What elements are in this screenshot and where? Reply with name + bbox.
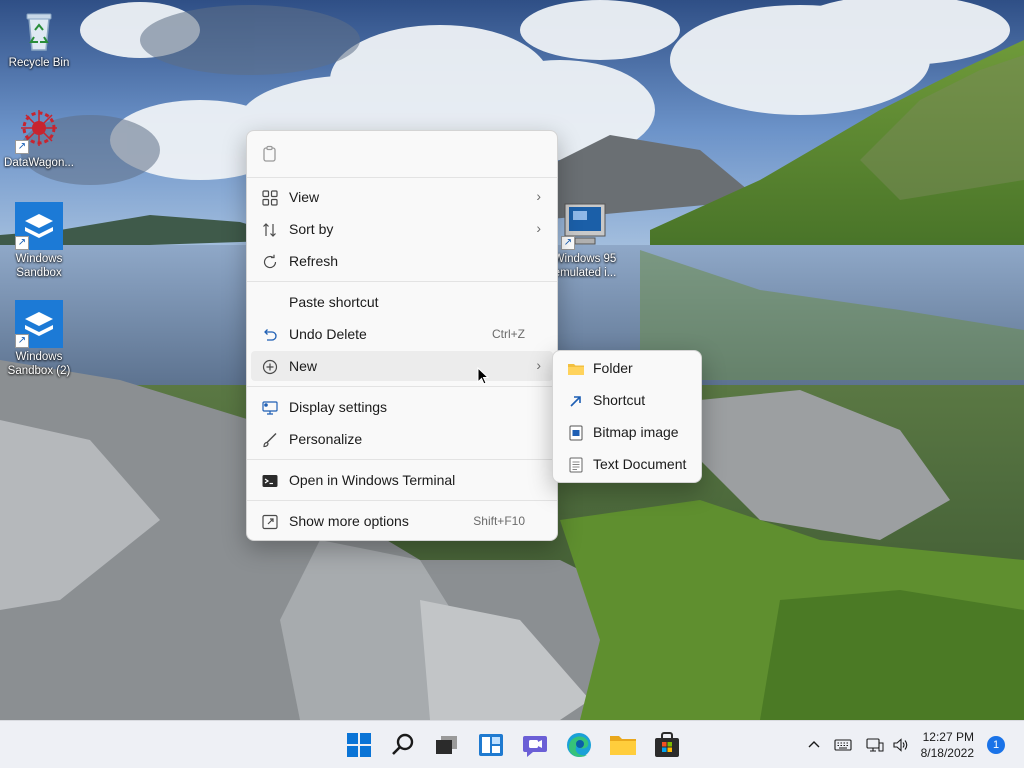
taskbar-file-explorer-button[interactable] bbox=[607, 729, 639, 761]
new-plus-icon bbox=[261, 358, 279, 376]
menu-item-label: New bbox=[289, 358, 318, 374]
menu-item-label: Folder bbox=[593, 360, 633, 376]
terminal-icon bbox=[261, 472, 279, 490]
taskbar: 12:27 PM 8/18/2022 1 bbox=[0, 720, 1024, 768]
menu-item-label: View bbox=[289, 189, 320, 205]
shortcut-arrow-icon: ↗ bbox=[15, 334, 29, 348]
desktop-icon-label: DataWagon... bbox=[4, 157, 74, 169]
file-explorer-icon bbox=[607, 736, 639, 765]
desktop-icon-recycle-bin[interactable]: Recycle Bin bbox=[0, 6, 78, 70]
computer-monitor-icon: ↗ bbox=[561, 202, 609, 250]
text-document-icon bbox=[567, 456, 585, 474]
taskbar-clock[interactable]: 12:27 PM 8/18/2022 bbox=[921, 729, 974, 761]
clock-time: 12:27 PM bbox=[922, 730, 974, 744]
clock-date: 8/18/2022 bbox=[920, 746, 974, 760]
teams-chat-icon bbox=[519, 736, 551, 765]
bitmap-image-icon bbox=[567, 424, 585, 442]
keyboard-icon[interactable] bbox=[834, 737, 852, 753]
shortcut-arrow-icon: ↗ bbox=[15, 236, 29, 250]
taskbar-search-button[interactable] bbox=[387, 729, 419, 761]
shortcut-arrow-icon: ↗ bbox=[561, 236, 575, 250]
desktop-icon-datawagon[interactable]: ↗ DataWagon... bbox=[0, 106, 78, 170]
undo-icon bbox=[261, 326, 279, 344]
menu-item-personalize[interactable]: Personalize bbox=[251, 424, 553, 454]
desktop-icon-label: Recycle Bin bbox=[8, 57, 70, 69]
volume-icon[interactable] bbox=[892, 737, 910, 753]
keyboard-shortcut: Shift+F10 bbox=[473, 514, 525, 528]
task-view-icon bbox=[431, 736, 463, 765]
network-icon[interactable] bbox=[866, 737, 884, 753]
menu-item-label: Undo Delete bbox=[289, 326, 367, 342]
folder-icon bbox=[567, 360, 585, 378]
menu-item-paste-shortcut[interactable]: Paste shortcut bbox=[251, 287, 553, 317]
menu-item-view[interactable]: View › bbox=[251, 182, 553, 212]
show-more-options-icon bbox=[261, 513, 279, 531]
shortcut-arrow-icon: ↗ bbox=[15, 140, 29, 154]
taskbar-chat-button[interactable] bbox=[519, 729, 551, 761]
menu-item-label: Shortcut bbox=[593, 392, 646, 408]
menu-separator bbox=[247, 500, 557, 501]
taskbar-store-button[interactable] bbox=[651, 729, 683, 761]
menu-item-refresh[interactable]: Refresh bbox=[251, 246, 553, 276]
menu-separator bbox=[247, 281, 557, 282]
sort-icon bbox=[261, 221, 279, 239]
personalize-brush-icon bbox=[261, 431, 279, 449]
submenu-item-text-document[interactable]: Text Document bbox=[557, 449, 697, 479]
menu-item-label: Paste shortcut bbox=[289, 294, 379, 310]
submenu-item-bitmap-image[interactable]: Bitmap image bbox=[557, 417, 697, 447]
menu-item-new[interactable]: New › bbox=[251, 351, 553, 381]
chevron-right-icon: › bbox=[536, 188, 541, 204]
windows-sandbox-icon: ↗ bbox=[15, 202, 63, 250]
keyboard-shortcut: Ctrl+Z bbox=[492, 327, 525, 341]
menu-separator bbox=[247, 386, 557, 387]
taskbar-edge-button[interactable] bbox=[563, 729, 595, 761]
menu-item-label: Text Document bbox=[593, 456, 687, 472]
desktop-icon-label: Windows Sandbox bbox=[15, 253, 63, 279]
menu-item-label: Refresh bbox=[289, 253, 339, 269]
edge-browser-icon bbox=[563, 733, 595, 765]
desktop-icon-label: Windows Sandbox (2) bbox=[7, 351, 71, 377]
menu-item-label: Open in Windows Terminal bbox=[289, 472, 456, 488]
refresh-icon bbox=[261, 253, 279, 271]
menu-item-open-terminal[interactable]: Open in Windows Terminal bbox=[251, 465, 553, 495]
menu-item-label: Show more options bbox=[289, 513, 409, 529]
windows-start-icon bbox=[343, 733, 375, 765]
new-submenu: Folder Shortcut Bitmap image Text Docume… bbox=[552, 350, 702, 483]
mouse-cursor-icon bbox=[477, 366, 490, 385]
menu-separator bbox=[247, 459, 557, 460]
taskbar-start-button[interactable] bbox=[343, 729, 375, 761]
menu-item-label: Sort by bbox=[289, 221, 334, 237]
copy-icon[interactable] bbox=[261, 145, 279, 163]
desktop-icon-windows-sandbox[interactable]: ↗ Windows Sandbox bbox=[0, 202, 78, 280]
recycle-bin-icon bbox=[15, 6, 63, 54]
desktop-context-menu: View › Sort by › Refresh Paste shortcut bbox=[246, 130, 558, 541]
submenu-item-shortcut[interactable]: Shortcut bbox=[557, 385, 697, 415]
view-grid-icon bbox=[261, 189, 279, 207]
menu-item-sort-by[interactable]: Sort by › bbox=[251, 214, 553, 244]
desktop-icon-windows-sandbox-2[interactable]: ↗ Windows Sandbox (2) bbox=[0, 300, 78, 378]
menu-item-label: Bitmap image bbox=[593, 424, 679, 440]
taskbar-widgets-button[interactable] bbox=[475, 729, 507, 761]
context-menu-toolbar bbox=[247, 131, 557, 178]
submenu-item-folder[interactable]: Folder bbox=[557, 353, 697, 383]
menu-item-show-more-options[interactable]: Show more options Shift+F10 bbox=[251, 506, 553, 536]
system-tray: 12:27 PM 8/18/2022 1 bbox=[800, 721, 1024, 768]
windows-sandbox-icon: ↗ bbox=[15, 300, 63, 348]
menu-item-label: Personalize bbox=[289, 431, 363, 447]
display-settings-icon bbox=[261, 399, 279, 417]
chevron-up-icon[interactable] bbox=[806, 737, 822, 753]
menu-item-label: Display settings bbox=[289, 399, 388, 415]
search-icon bbox=[387, 733, 419, 765]
datawagon-icon: ↗ bbox=[15, 106, 63, 154]
notification-badge[interactable]: 1 bbox=[987, 736, 1005, 754]
chevron-right-icon: › bbox=[536, 220, 541, 236]
menu-item-display-settings[interactable]: Display settings bbox=[251, 392, 553, 422]
taskbar-task-view-button[interactable] bbox=[431, 729, 463, 761]
widgets-icon bbox=[475, 734, 507, 765]
menu-item-undo-delete[interactable]: Undo Delete Ctrl+Z bbox=[251, 319, 553, 349]
shortcut-arrow-icon bbox=[567, 392, 585, 410]
store-icon bbox=[651, 732, 683, 765]
chevron-right-icon: › bbox=[536, 357, 541, 373]
